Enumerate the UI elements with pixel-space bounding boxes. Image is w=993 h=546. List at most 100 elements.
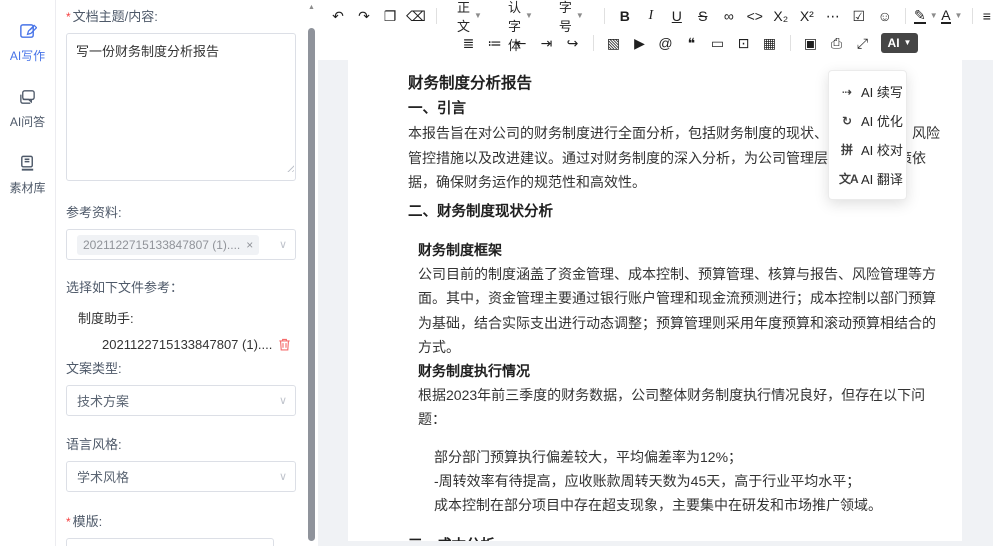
doc-block-b: 财务制度执行情况 [418,359,948,383]
highlight-color-icon[interactable]: ✎▼ [914,4,938,28]
menu-item-AI-校对[interactable]: 拼 AI 校对 [829,135,906,164]
ai-dropdown-menu: ⇢AI 续写 ↻ AI 优化拼 AI 校对文AAI 翻译 [828,70,907,200]
scroll-up-arrow-icon[interactable]: ▲ [308,4,315,11]
image-icon[interactable]: ▧ [602,31,626,55]
language-style-select[interactable]: 学术风格 ∨ [66,461,296,492]
menu-item-label: AI 续写 [861,82,903,101]
divider-block-icon[interactable]: ▭ [706,31,730,55]
toolbar-divider [972,8,973,24]
print-icon[interactable]: ⎙ [825,31,849,55]
caret-down-icon: ▼ [904,38,912,47]
sidebar-item-label: AI问答 [10,113,45,130]
reference-file-tag: 2021122715133847807 (1).... × [77,235,259,255]
sidebar-item-AI写作[interactable]: AI写作 [10,22,45,64]
material-library-icon [18,154,37,176]
toolbar-divider [790,35,791,51]
code-block-icon[interactable]: ⊡ [732,31,756,55]
file-reference-label: 选择如下文件参考： [66,277,296,296]
page-setup-icon[interactable]: ▣ [799,31,823,55]
ai-proofread-icon: 拼 [839,141,854,158]
doc-block-p: 公司目前的制度涵盖了资金管理、成本控制、预算管理、核算与报告、风险管理等方面。其… [418,262,948,358]
attachment-icon[interactable]: @ [654,31,678,55]
language-style-label: 语言风格: [66,434,296,453]
outdent-icon[interactable]: ⇤ [509,31,533,55]
topic-label: *文档主题/内容: [66,6,296,25]
indent-icon[interactable]: ⇥ [535,31,559,55]
ai-menu-button[interactable]: AI▼ [881,33,919,53]
editor-area: ↶↷❐⌫ 正文▼ 默认字体▼ 字号▼ BIUS∞<>X₂X²⋯☑☺ ✎▼A▼ ≡▼ ≣≔⇤⇥… [318,0,993,546]
menu-item-AI-续写[interactable]: ⇢AI 续写 [829,77,906,106]
copy-type-select[interactable]: 技术方案 ∨ [66,385,296,416]
toolbar-divider [905,8,906,24]
required-asterisk: * [66,515,71,529]
tag-close-icon[interactable]: × [246,238,253,252]
link-icon[interactable]: ∞ [717,4,741,28]
horizontal-rule-icon[interactable]: ⋯ [821,4,845,28]
sidebar-item-素材库[interactable]: 素材库 [9,154,45,196]
video-icon[interactable]: ▶ [628,31,652,55]
chevron-down-icon: ∨ [279,393,287,406]
selected-file-row: 2021122715133847807 (1).... [66,337,296,352]
toolbar-divider [593,35,594,51]
sidebar-item-label: 素材库 [9,179,45,196]
panel-scrollbar: ▲ [306,0,318,546]
menu-item-AI-优化[interactable]: ↻ AI 优化 [829,106,906,135]
strikethrough-icon[interactable]: S [691,4,715,28]
clear-format-icon[interactable]: ⌫ [404,4,428,28]
reference-select[interactable]: 2021122715133847807 (1).... × ∨ [66,229,296,260]
doc-block-p: -周转效率有待提高，应收账款周转天数为45天，高于行业平均水平； [434,469,948,493]
scrollbar-thumb[interactable] [308,28,315,541]
toolbar-row-1: ↶↷❐⌫正文▼默认字体▼字号▼BIUS∞<>X₂X²⋯☑☺✎▼A▼≡▼ [326,2,987,29]
template-label: *模版: [66,511,296,530]
paragraph-style-select[interactable]: 正文▼ [449,4,490,28]
doc-block-p: 成本控制在部分项目中存在超支现象，主要集中在研发和市场推广领域。 [434,493,948,517]
chevron-down-icon: ∨ [279,469,287,482]
doc-block-p: 根据2023年前三季度的财务数据，公司整体财务制度执行情况良好，但存在以下问题： [418,383,948,431]
document-canvas: 财务制度分析报告一、引言本报告旨在对公司的财务制度进行全面分析，包括财务制度的现… [318,60,993,546]
template-select[interactable]: 通用模板 ∨ ✓ [66,538,274,546]
align-icon[interactable]: ≡▼ [981,4,993,28]
left-nav-rail: AI写作 AI问答素材库 [0,0,56,546]
task-list-icon[interactable]: ☑ [847,4,871,28]
menu-item-label: AI 校对 [861,140,903,159]
redo-icon[interactable]: ↷ [352,4,376,28]
caret-down-icon: ▼ [576,11,584,20]
caret-down-icon: ▼ [930,11,938,20]
ai-writing-icon [18,22,37,44]
undo-icon[interactable]: ↶ [326,4,350,28]
blockquote-icon[interactable]: ❝ [680,31,704,55]
font-family-select[interactable]: 默认字体▼ [500,4,541,28]
underline-icon[interactable]: U [665,4,689,28]
table-icon[interactable]: ▦ [758,31,782,55]
subscript-icon[interactable]: X₂ [769,4,793,28]
writing-form-panel: *文档主题/内容: 写一份财务制度分析报告 参考资料: 202112271513… [56,0,306,546]
copy-type-label: 文案类型: [66,358,296,377]
required-asterisk: * [66,10,71,24]
ai-optimize-icon: ↻ [839,114,854,128]
caret-down-icon: ▼ [525,11,533,20]
emoji-icon[interactable]: ☺ [873,4,897,28]
inline-code-icon[interactable]: <> [743,4,767,28]
caret-down-icon: ▼ [474,11,482,20]
menu-item-AI-翻译[interactable]: 文AAI 翻译 [829,164,906,193]
font-size-select[interactable]: 字号▼ [551,4,592,28]
bold-icon[interactable]: B [613,4,637,28]
doc-block-h: 二、财务制度现状分析 [408,200,948,225]
italic-icon[interactable]: I [639,4,663,28]
ordered-list-icon[interactable]: ≔ [483,31,507,55]
sidebar-item-AI问答[interactable]: AI问答 [10,88,45,130]
bullet-list-icon[interactable]: ≣ [457,31,481,55]
menu-item-label: AI 优化 [861,111,903,130]
delete-file-icon[interactable] [277,337,292,352]
font-color-icon[interactable]: A▼ [940,4,964,28]
menu-item-label: AI 翻译 [861,169,903,188]
fullscreen-icon[interactable]: ⤢ [851,31,875,55]
topic-textarea[interactable]: 写一份财务制度分析报告 [66,33,296,181]
format-painter-icon[interactable]: ❐ [378,4,402,28]
superscript-icon[interactable]: X² [795,4,819,28]
doc-block-b: 财务制度框架 [418,238,948,262]
reference-label: 参考资料: [66,202,296,221]
sidebar-item-label: AI写作 [10,47,45,64]
text-wrap-icon[interactable]: ↪ [561,31,585,55]
toolbar-divider [436,8,437,24]
